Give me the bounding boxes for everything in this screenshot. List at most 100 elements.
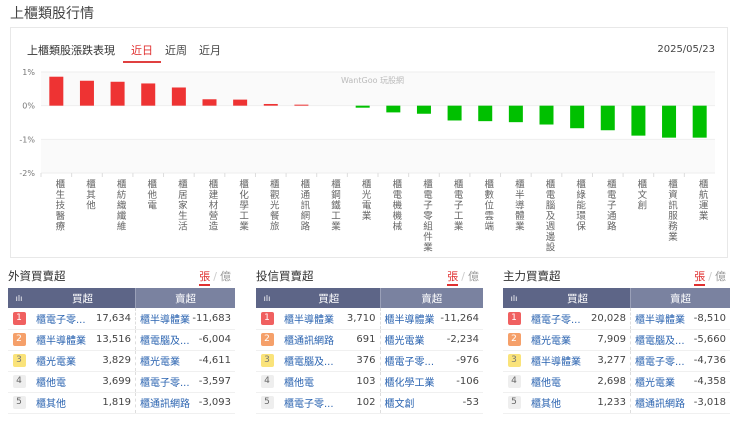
panel-title: 外資買賣超 — [8, 269, 66, 283]
x-label: 櫃光電業 — [359, 179, 371, 221]
buy-value: 376 — [344, 350, 380, 372]
rank-badge: 2 — [12, 333, 26, 346]
bar-2[interactable] — [110, 81, 125, 106]
sell-sector-link[interactable]: 櫃光電業 — [630, 371, 691, 393]
table-row: 4 櫃他電 3,699 櫃電子零... -3,597 — [8, 371, 235, 393]
x-label: 櫃鋼鐵工業 — [329, 179, 341, 232]
unit-shares-button[interactable]: 張 — [447, 270, 459, 286]
sell-sector-link[interactable]: 櫃電子零... — [379, 350, 438, 372]
sell-header: 賣超 — [379, 288, 483, 308]
buy-value: 691 — [344, 329, 380, 351]
table-row: 2 櫃光電業 7,909 櫃電腦及... -5,660 — [503, 329, 730, 351]
x-label: 櫃他電 — [145, 179, 157, 211]
buy-sector-link[interactable]: 櫃通訊網路 — [278, 329, 344, 351]
buy-sector-link[interactable]: 櫃他電 — [30, 371, 96, 393]
sell-value: -976 — [437, 350, 483, 372]
buy-value: 17,634 — [96, 308, 136, 330]
x-label: 櫃觀光餐旅 — [267, 179, 279, 232]
table-row: 3 櫃半導體業 3,277 櫃電子零... -4,736 — [503, 350, 730, 372]
sell-sector-link[interactable]: 櫃光電業 — [135, 350, 192, 372]
buy-sector-link[interactable]: 櫃其他 — [30, 392, 96, 414]
buy-value: 3,829 — [96, 350, 136, 372]
buy-value: 2,698 — [591, 371, 631, 393]
sell-sector-link[interactable]: 櫃光電業 — [379, 329, 438, 351]
bar-16[interactable] — [539, 105, 554, 125]
bar-21[interactable] — [692, 105, 707, 138]
x-label: 櫃建材營造 — [206, 179, 218, 232]
sell-sector-link[interactable]: 櫃電子零... — [135, 371, 192, 393]
sell-value: -6,004 — [191, 329, 235, 351]
bar-14[interactable] — [478, 105, 493, 122]
unit-amount-button[interactable]: 億 — [715, 270, 726, 283]
x-label: 櫃通訊網路 — [298, 179, 310, 232]
x-label: 櫃航運業 — [696, 179, 708, 221]
bar-13[interactable] — [447, 105, 462, 121]
sell-sector-link[interactable]: 櫃化學工業 — [379, 371, 438, 393]
sell-value: -3,018 — [690, 392, 730, 414]
x-label: 櫃電腦及週邊設 — [543, 179, 555, 253]
x-label: 櫃其他 — [83, 179, 95, 211]
unit-toggle: 張 / 億 — [447, 268, 479, 286]
bar-11[interactable] — [386, 105, 401, 113]
rank-badge: 5 — [12, 396, 26, 409]
unit-shares-button[interactable]: 張 — [199, 270, 211, 286]
rank-badge: 1 — [260, 311, 274, 325]
sell-header: 賣超 — [135, 288, 235, 308]
unit-shares-button[interactable]: 張 — [694, 270, 706, 286]
bar-15[interactable] — [508, 105, 523, 123]
unit-amount-button[interactable]: 億 — [468, 270, 479, 283]
bar-1[interactable] — [79, 80, 94, 106]
bar-18[interactable] — [600, 105, 615, 131]
bar-20[interactable] — [662, 105, 677, 138]
rank-badge: 4 — [260, 375, 274, 388]
bar-17[interactable] — [570, 105, 585, 129]
bar-19[interactable] — [631, 105, 646, 136]
buy-sector-link[interactable]: 櫃電子零... — [525, 308, 591, 330]
buy-value: 1,233 — [591, 392, 631, 414]
table-row: 1 櫃電子零... 20,028 櫃半導體業 -8,510 — [503, 308, 730, 330]
buy-sector-link[interactable]: 櫃半導體業 — [278, 308, 344, 330]
bar-5[interactable] — [202, 99, 217, 106]
sell-sector-link[interactable]: 櫃電腦及... — [630, 329, 691, 351]
unit-amount-button[interactable]: 億 — [220, 270, 231, 283]
sell-sector-link[interactable]: 櫃電子零... — [630, 350, 691, 372]
sell-sector-link[interactable]: 櫃半導體業 — [135, 308, 192, 330]
rank-badge: 5 — [507, 396, 521, 409]
sell-sector-link[interactable]: 櫃通訊網路 — [630, 392, 691, 414]
buy-sector-link[interactable]: 櫃半導體業 — [30, 329, 96, 351]
bar-10[interactable] — [355, 105, 370, 108]
watermark: WantGoo 玩股網 — [341, 75, 404, 85]
bar-12[interactable] — [416, 105, 431, 114]
buy-sector-link[interactable]: 櫃他電 — [525, 371, 591, 393]
buy-sector-link[interactable]: 櫃他電 — [278, 371, 344, 393]
buy-sector-link[interactable]: 櫃電子零... — [30, 308, 96, 330]
chart-icon[interactable]: ılı — [256, 288, 278, 308]
sell-value: -11,264 — [437, 308, 483, 330]
buy-sector-link[interactable]: 櫃電子零... — [278, 392, 344, 414]
buy-sector-link[interactable]: 櫃光電業 — [30, 350, 96, 372]
table-row: 5 櫃其他 1,233 櫃通訊網路 -3,018 — [503, 392, 730, 414]
x-label: 櫃數位雲端 — [482, 179, 494, 232]
sell-sector-link[interactable]: 櫃半導體業 — [630, 308, 691, 330]
chart-icon[interactable]: ılı — [8, 288, 30, 308]
bar-7[interactable] — [263, 103, 278, 106]
table-row: 5 櫃電子零... 102 櫃文創 -53 — [256, 392, 483, 414]
sell-sector-link[interactable]: 櫃電腦及... — [135, 329, 192, 351]
bar-6[interactable] — [233, 99, 248, 106]
bar-3[interactable] — [141, 83, 156, 106]
x-label: 櫃電機機械 — [390, 179, 402, 232]
buy-sector-link[interactable]: 櫃半導體業 — [525, 350, 591, 372]
bar-4[interactable] — [171, 87, 186, 106]
buy-header: 買超 — [278, 288, 380, 308]
sell-sector-link[interactable]: 櫃通訊網路 — [135, 392, 192, 414]
y-tick-label: 0% — [22, 102, 35, 111]
sell-sector-link[interactable]: 櫃半導體業 — [379, 308, 438, 330]
buy-sector-link[interactable]: 櫃電腦及... — [278, 350, 344, 372]
chart-icon[interactable]: ılı — [503, 288, 525, 308]
buy-sector-link[interactable]: 櫃光電業 — [525, 329, 591, 351]
sell-sector-link[interactable]: 櫃文創 — [379, 392, 438, 414]
bar-0[interactable] — [49, 76, 64, 106]
sell-value: -11,683 — [191, 308, 235, 330]
buy-sector-link[interactable]: 櫃其他 — [525, 392, 591, 414]
bar-8[interactable] — [294, 104, 309, 106]
